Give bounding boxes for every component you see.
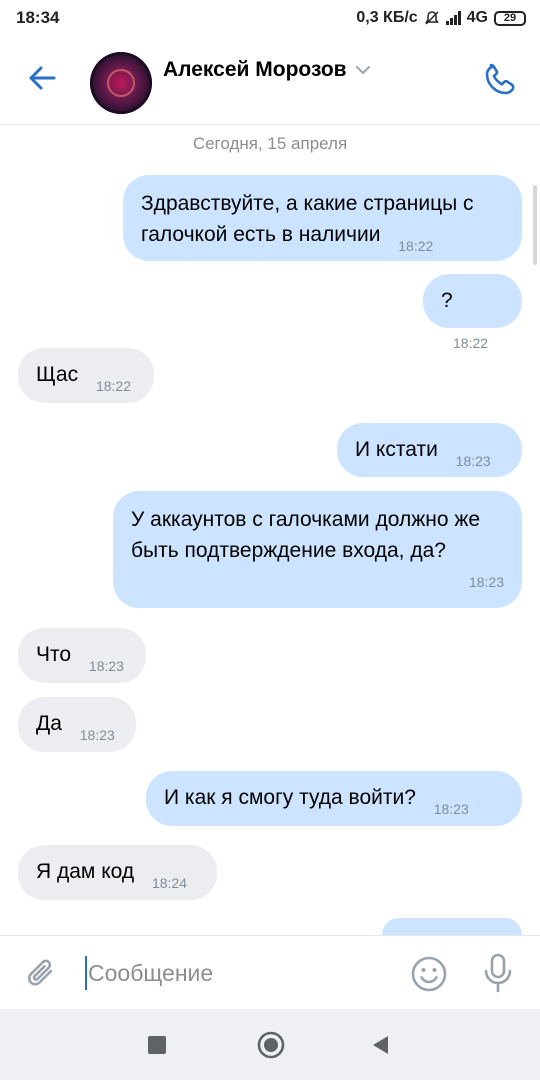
home-circle-icon[interactable] bbox=[257, 1031, 285, 1059]
message-time: 18:22 bbox=[398, 238, 434, 254]
contact-name-button[interactable]: Алексей Морозов bbox=[163, 58, 371, 82]
bell-off-icon bbox=[424, 11, 439, 25]
message-text: Щас bbox=[36, 363, 79, 386]
message-time: 18:23 bbox=[468, 574, 504, 590]
battery-icon: 29 bbox=[494, 10, 526, 26]
scroll-indicator[interactable] bbox=[533, 185, 537, 265]
back-triangle-icon[interactable] bbox=[370, 1034, 390, 1056]
battery-level: 29 bbox=[503, 12, 517, 24]
message-text: И как я смогу туда войти? bbox=[164, 786, 416, 809]
contact-name: Алексей Морозов bbox=[163, 58, 347, 81]
smiley-icon[interactable] bbox=[409, 954, 449, 994]
message-time: 18:22 bbox=[453, 335, 489, 351]
message-bubble-outgoing[interactable] bbox=[382, 918, 522, 935]
date-separator: Сегодня, 15 апреля bbox=[192, 134, 348, 153]
recents-square-icon[interactable] bbox=[148, 1036, 166, 1054]
message-time: 18:24 bbox=[151, 875, 187, 891]
system-nav-bar bbox=[0, 1009, 540, 1080]
message-bubble-outgoing[interactable]: У аккаунтов с галочками должно же быть п… bbox=[113, 491, 522, 608]
message-bubble-incoming[interactable]: Что 18:23 bbox=[18, 628, 146, 683]
network-speed: 0,3 КБ/с bbox=[356, 9, 418, 26]
message-bubble-incoming[interactable]: Щас 18:22 bbox=[18, 348, 154, 403]
text-caret bbox=[85, 956, 87, 990]
message-text: Я дам код bbox=[36, 860, 135, 883]
message-time: 18:23 bbox=[433, 801, 469, 817]
paperclip-icon[interactable] bbox=[22, 954, 62, 994]
status-indicators: 0,3 КБ/с 4G 29 bbox=[356, 9, 526, 27]
message-bubble-outgoing[interactable]: И как я смогу туда войти? 18:23 bbox=[146, 771, 522, 826]
phone-icon[interactable] bbox=[482, 60, 520, 98]
arrow-left-icon[interactable] bbox=[24, 60, 60, 96]
message-text: У аккаунтов с галочками должно же быть п… bbox=[131, 508, 481, 562]
message-bubble-incoming[interactable]: Да 18:23 bbox=[18, 697, 136, 752]
message-text: И кстати bbox=[355, 438, 438, 461]
message-text: Что bbox=[36, 643, 72, 666]
message-bubble-outgoing[interactable]: И кстати 18:23 bbox=[337, 423, 522, 477]
message-bubble-incoming[interactable]: Я дам код 18:24 bbox=[18, 845, 217, 900]
message-time: 18:22 bbox=[95, 378, 131, 394]
composer-bar bbox=[0, 935, 540, 1010]
message-text: Да bbox=[36, 712, 62, 735]
avatar[interactable] bbox=[90, 52, 152, 114]
message-bubble-outgoing[interactable]: ? 18:22 bbox=[423, 274, 522, 351]
chevron-down-icon bbox=[355, 66, 370, 74]
message-time: 18:23 bbox=[88, 658, 124, 674]
message-input[interactable] bbox=[84, 952, 388, 994]
network-type: 4G bbox=[466, 9, 488, 26]
message-text: ? bbox=[441, 289, 453, 312]
signal-icon bbox=[445, 11, 461, 25]
message-bubble-outgoing[interactable]: Здравствуйте, а какие страницы с галочко… bbox=[123, 175, 522, 261]
chat-header: Алексей Морозов bbox=[0, 36, 540, 125]
status-bar: 18:34 0,3 КБ/с 4G 29 bbox=[0, 0, 540, 36]
message-time: 18:23 bbox=[79, 727, 115, 743]
message-time: 18:23 bbox=[455, 453, 491, 469]
microphone-icon[interactable] bbox=[480, 952, 516, 994]
status-time: 18:34 bbox=[16, 8, 60, 27]
